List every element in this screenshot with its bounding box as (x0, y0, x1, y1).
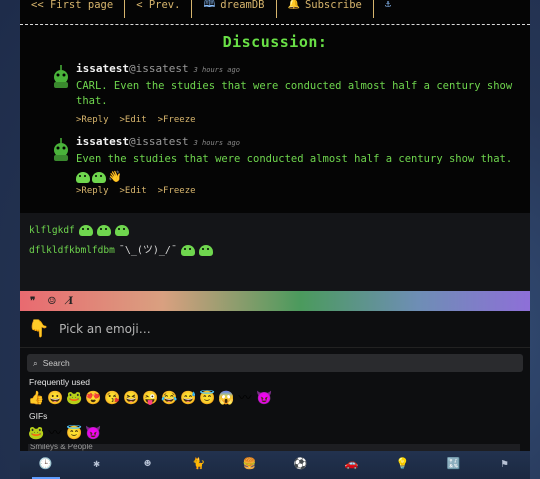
search-icon: ⌕ (33, 357, 38, 368)
emoji-option[interactable]: 😀 (47, 391, 63, 407)
comment-text: CARL. Even the studies that were conduct… (76, 80, 513, 107)
page-panel: << First page < Prev. 🕮 dreamDB 🔔 Subscrib… (20, 0, 530, 479)
dreamdb-label: dreamDB (220, 0, 265, 11)
subscribe-link[interactable]: 🔔 Subscribe (277, 0, 374, 18)
discussion-title: Discussion: (222, 33, 328, 51)
category-tab-icon[interactable]: ✱ (83, 451, 111, 479)
gif-option[interactable]: 😇 (66, 426, 82, 442)
category-bar: 🕒 ✱ ☻ 🐈 🍔 ⚽ 🚗 💡 🔣 ⚑ (20, 451, 530, 479)
emoji-icon[interactable]: ☺ (47, 296, 56, 307)
emoji-option[interactable]: 〰 (237, 391, 253, 407)
compose-line: klflgkdf (29, 225, 129, 236)
category-tab-icon[interactable]: ☻ (134, 451, 162, 479)
anchor-icon: ⚓ (384, 0, 391, 10)
subscribe-label: Subscribe (304, 0, 362, 11)
picker-prompt: Pick an emoji… (59, 322, 151, 336)
gif-row: 🐸 〰 😇 😈 (28, 426, 101, 442)
emoji-option[interactable]: 😆 (123, 391, 139, 407)
frog-emoji-icon (92, 172, 106, 183)
prev-label: < Prev. (136, 0, 181, 11)
category-tab-icon[interactable]: ⚑ (491, 451, 519, 479)
freeze-button[interactable]: >Freeze (158, 115, 196, 125)
edit-button[interactable]: >Edit (120, 115, 147, 125)
comment-handle[interactable]: @issatest (129, 62, 189, 75)
reply-button[interactable]: >Reply (76, 115, 109, 125)
bell-icon: 🔔 (287, 0, 300, 10)
comment: issatest@issatest 3 hours ago CARL. Even … (50, 62, 520, 125)
quote-icon[interactable]: ❞ (30, 296, 35, 307)
frog-emoji-icon (78, 225, 93, 236)
top-nav: << First page < Prev. 🕮 dreamDB 🔔 Subscrib… (20, 0, 530, 18)
dreamdb-link[interactable]: 🕮 dreamDB (192, 0, 277, 18)
emoji-option[interactable]: 😇 (199, 391, 215, 407)
first-page-label: << First page (31, 0, 114, 11)
frog-emoji-icon (198, 245, 213, 256)
shrug-emoji: ¯\_(ツ)_/¯ (118, 245, 177, 256)
edit-button[interactable]: >Edit (120, 186, 147, 196)
emoji-row: 👋 (76, 169, 516, 183)
clear-format-icon[interactable]: I̸ (68, 296, 73, 307)
emoji-option[interactable]: 😍 (85, 391, 101, 407)
category-tab-icon[interactable]: ⚽ (287, 451, 315, 479)
emoji-option[interactable]: 🐸 (66, 391, 82, 407)
frog-emoji-icon (96, 225, 111, 236)
pointing-hand-icon: 👇 (28, 319, 50, 339)
comment-handle[interactable]: @issatest (129, 135, 189, 148)
anchor-link[interactable]: ⚓ (374, 0, 402, 18)
emoji-picker: 👇 Pick an emoji… ⌕ Search Frequently use… (20, 311, 530, 479)
frog-emoji-icon (114, 225, 129, 236)
emoji-option[interactable]: 👍 (28, 391, 44, 407)
category-tab-icon[interactable]: 🐈 (185, 451, 213, 479)
compose-text: klflgkdf (29, 225, 75, 236)
prev-link[interactable]: < Prev. (125, 0, 193, 18)
frog-emoji-icon (180, 245, 195, 256)
emoji-option[interactable]: 😂 (161, 391, 177, 407)
gif-option[interactable]: 〰 (47, 426, 63, 442)
emoji-search-input[interactable]: ⌕ Search (27, 354, 523, 372)
comment-time: 3 hours ago (193, 139, 240, 147)
hand-emoji-icon: 👋 (108, 170, 122, 183)
emoji-option[interactable]: 😜 (142, 391, 158, 407)
emoji-option[interactable]: 😈 (256, 391, 272, 407)
comment: issatest@issatest 3 hours ago Even the st… (50, 135, 520, 199)
frequent-emoji-row: 👍 😀 🐸 😍 😘 😆 😜 😂 😅 😇 😱 〰 😈 (28, 391, 272, 407)
first-page-link[interactable]: << First page (20, 0, 126, 18)
book-icon: 🕮 (203, 0, 216, 10)
comment-text: Even the studies that were conducted alm… (76, 153, 513, 165)
emoji-option[interactable]: 😅 (180, 391, 196, 407)
comment-user[interactable]: issatest (76, 135, 129, 148)
gif-option[interactable]: 😈 (85, 426, 101, 442)
avatar (54, 65, 68, 88)
category-tab-icon[interactable]: 🚗 (338, 451, 366, 479)
compose-text: dflkldfkbmlfdbm (29, 245, 115, 256)
compose-editor[interactable]: klflgkdf dflkldfkbmlfdbm ¯\_(ツ)_/¯ (20, 213, 530, 291)
reply-button[interactable]: >Reply (76, 186, 109, 196)
freeze-button[interactable]: >Freeze (158, 186, 196, 196)
compose-line: dflkldfkbmlfdbm ¯\_(ツ)_/¯ (29, 241, 213, 256)
emoji-option[interactable]: 😱 (218, 391, 234, 407)
comment-time: 3 hours ago (193, 66, 240, 74)
gifs-label: GIFs (29, 411, 48, 421)
avatar (54, 138, 68, 161)
comment-user[interactable]: issatest (76, 62, 129, 75)
gif-option[interactable]: 🐸 (28, 426, 44, 442)
frequently-used-label: Frequently used (29, 377, 90, 387)
emoji-option[interactable]: 😘 (104, 391, 120, 407)
divider (20, 24, 530, 25)
frog-emoji-icon (76, 172, 90, 183)
category-tab-icon[interactable]: 💡 (389, 451, 417, 479)
format-toolbar: ❞ ☺ I̸ (20, 291, 530, 311)
search-placeholder: Search (42, 358, 70, 368)
category-tab-icon[interactable]: 🕒 (31, 451, 60, 479)
category-tab-icon[interactable]: 🍔 (236, 451, 264, 479)
category-tab-icon[interactable]: 🔣 (440, 451, 468, 479)
picker-header: 👇 Pick an emoji… (20, 311, 530, 348)
